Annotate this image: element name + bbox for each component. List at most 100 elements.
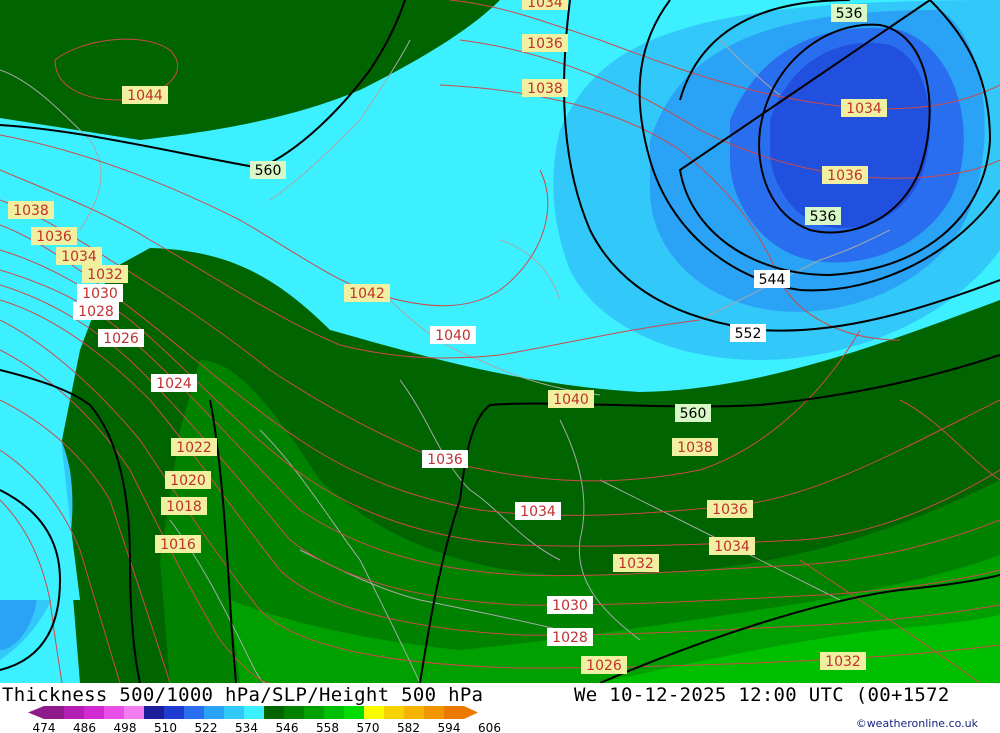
legend-swatch — [184, 706, 205, 719]
slp-label: 1034 — [841, 99, 887, 117]
height-label: 560 — [675, 404, 711, 422]
svg-text:1040: 1040 — [553, 392, 589, 408]
slp-label: 1020 — [165, 471, 211, 489]
legend-swatch — [384, 706, 405, 719]
legend-swatch — [204, 706, 225, 719]
legend-arrow-right — [464, 706, 478, 719]
svg-text:560: 560 — [680, 406, 707, 422]
legend-swatch — [244, 706, 265, 719]
legend-swatch — [64, 706, 85, 719]
svg-text:552: 552 — [735, 326, 762, 342]
svg-text:1040: 1040 — [435, 328, 471, 344]
svg-text:1044: 1044 — [127, 88, 163, 104]
legend-tick-label: 534 — [235, 721, 258, 733]
slp-label: 1022 — [171, 438, 217, 456]
svg-text:1018: 1018 — [166, 499, 202, 515]
legend-tick-label: 606 — [478, 721, 501, 733]
svg-text:1020: 1020 — [170, 473, 206, 489]
legend-tick-label: 522 — [195, 721, 218, 733]
slp-label: 1038 — [8, 201, 54, 219]
legend-tick-label: 570 — [357, 721, 380, 733]
slp-label: 1032 — [613, 554, 659, 572]
svg-text:1034: 1034 — [520, 504, 556, 520]
slp-label: 1034 — [709, 537, 755, 555]
svg-text:1038: 1038 — [677, 440, 713, 456]
legend-tick-label: 558 — [316, 721, 339, 733]
svg-text:544: 544 — [759, 272, 786, 288]
slp-label: 1038 — [522, 79, 568, 97]
svg-text:1032: 1032 — [825, 654, 861, 670]
legend-swatch — [84, 706, 105, 719]
legend-swatch — [104, 706, 125, 719]
map-datetime: We 10-12-2025 12:00 UTC (00+1572 — [574, 684, 950, 706]
svg-text:1036: 1036 — [527, 36, 563, 52]
slp-label: 1038 — [672, 438, 718, 456]
legend-arrow-left — [28, 706, 44, 719]
svg-text:1024: 1024 — [156, 376, 192, 392]
slp-label: 1026 — [98, 329, 144, 347]
legend-swatch — [44, 706, 65, 719]
legend-tick-label: 498 — [114, 721, 137, 733]
height-label: 536 — [805, 207, 841, 225]
svg-text:1034: 1034 — [527, 0, 563, 11]
legend-swatch — [224, 706, 245, 719]
svg-text:1032: 1032 — [618, 556, 654, 572]
svg-text:1036: 1036 — [427, 452, 463, 468]
slp-label: 1032 — [82, 265, 128, 283]
slp-label: 1044 — [122, 86, 168, 104]
svg-text:1036: 1036 — [36, 229, 72, 245]
slp-label: 1036 — [422, 450, 468, 468]
slp-label: 1036 — [31, 227, 77, 245]
legend-swatch — [344, 706, 365, 719]
svg-text:1028: 1028 — [552, 630, 588, 646]
color-legend: 474 486 498 510 522 534 546 558 570 582 594 606 — [28, 706, 501, 733]
legend-ticks: 474 486 498 510 522 534 546 558 570 582 594 606 — [33, 721, 501, 733]
legend-swatch — [164, 706, 185, 719]
svg-text:536: 536 — [810, 209, 837, 225]
legend-swatch — [124, 706, 145, 719]
svg-text:1028: 1028 — [78, 304, 114, 320]
svg-text:1026: 1026 — [103, 331, 139, 347]
slp-label: 1040 — [430, 326, 476, 344]
svg-text:1036: 1036 — [827, 168, 863, 184]
svg-text:1034: 1034 — [846, 101, 882, 117]
legend-swatches — [28, 706, 478, 719]
svg-text:1022: 1022 — [176, 440, 212, 456]
height-label: 536 — [831, 4, 867, 22]
slp-label: 1034 — [56, 247, 102, 265]
svg-text:560: 560 — [255, 163, 282, 179]
legend-swatch — [304, 706, 325, 719]
legend-swatch — [424, 706, 445, 719]
legend-tick-label: 510 — [154, 721, 177, 733]
legend-tick-label: 594 — [438, 721, 461, 733]
legend-swatch — [364, 706, 385, 719]
slp-label: 1036 — [522, 34, 568, 52]
slp-label: 1036 — [822, 166, 868, 184]
slp-label: 1026 — [581, 656, 627, 674]
svg-text:1038: 1038 — [13, 203, 49, 219]
slp-label: 1034 — [515, 502, 561, 520]
svg-text:1032: 1032 — [87, 267, 123, 283]
slp-label: 1018 — [161, 497, 207, 515]
svg-text:1030: 1030 — [82, 286, 118, 302]
slp-label: 1032 — [820, 652, 866, 670]
svg-text:1016: 1016 — [160, 537, 196, 553]
svg-text:1030: 1030 — [552, 598, 588, 614]
svg-text:1038: 1038 — [527, 81, 563, 97]
svg-text:1036: 1036 — [712, 502, 748, 518]
slp-label: 1042 — [344, 284, 390, 302]
slp-label: 1016 — [155, 535, 201, 553]
slp-label: 1028 — [73, 302, 119, 320]
legend-swatch — [404, 706, 425, 719]
height-label: 552 — [730, 324, 766, 342]
credit-link[interactable]: ©weatheronline.co.uk — [856, 717, 978, 730]
legend-tick-label: 474 — [33, 721, 56, 733]
legend-swatch — [284, 706, 305, 719]
svg-text:1034: 1034 — [714, 539, 750, 555]
slp-label: 1036 — [707, 500, 753, 518]
slp-label: 1040 — [548, 390, 594, 408]
map-title: Thickness 500/1000 hPa/SLP/Height 500 hP… — [2, 684, 484, 706]
svg-text:1034: 1034 — [61, 249, 97, 265]
legend-tick-label: 582 — [397, 721, 420, 733]
legend-tick-label: 486 — [73, 721, 96, 733]
